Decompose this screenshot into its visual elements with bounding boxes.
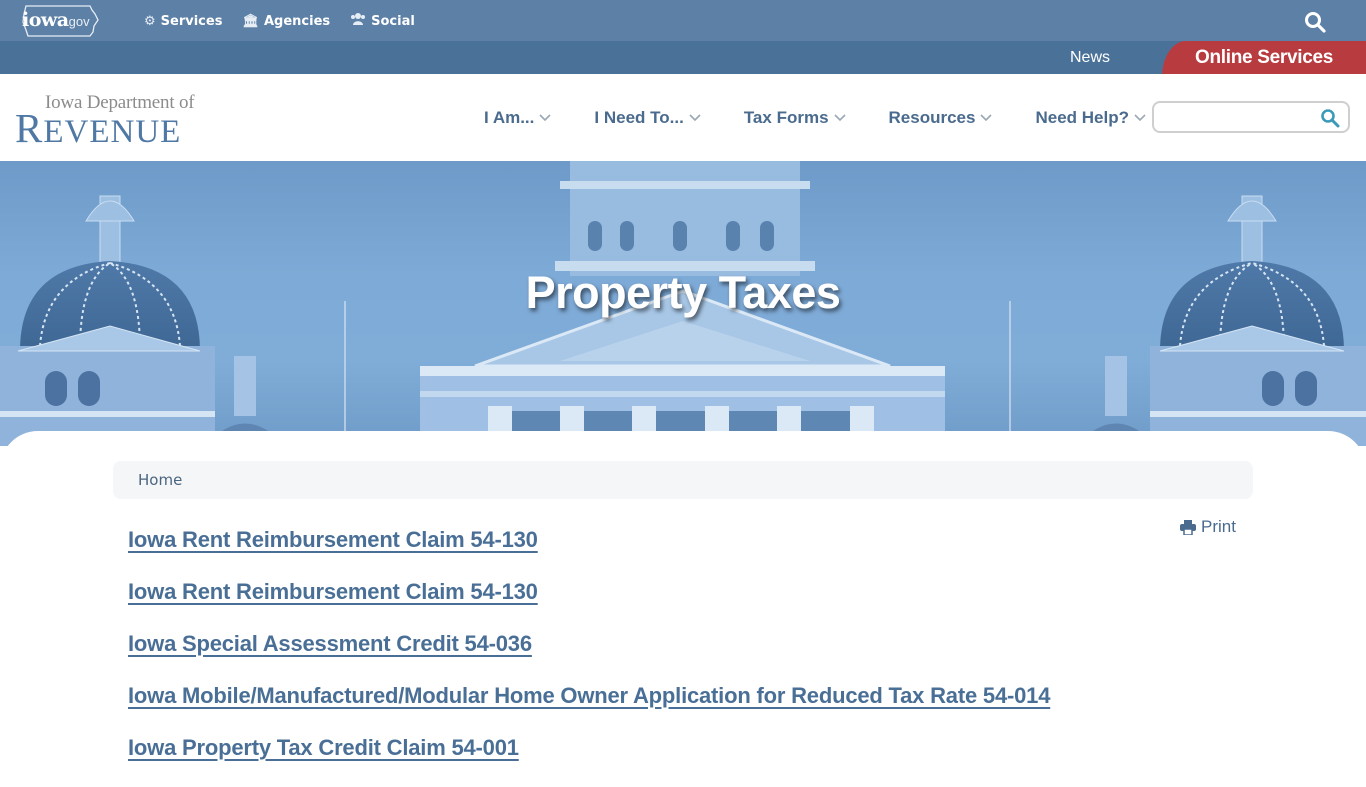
nav-tax-forms[interactable]: Tax Forms	[744, 108, 846, 128]
gov-link-label: Social	[371, 13, 415, 29]
site-search-button[interactable]	[1320, 108, 1340, 133]
site-search-input[interactable]	[1160, 106, 1310, 128]
search-icon	[1321, 109, 1340, 128]
nav-label: Need Help?	[1035, 108, 1129, 127]
form-link[interactable]: Iowa Mobile/Manufactured/Modular Home Ow…	[128, 683, 1050, 708]
site-header: Iowa Department of REVENUE I Am... I Nee…	[0, 74, 1366, 161]
gov-links: ⚙ Services 🏛 Agencies Social	[144, 12, 415, 30]
list-item: Iowa Rent Reimbursement Claim 54-130	[128, 527, 1050, 579]
main-nav: I Am... I Need To... Tax Forms Resources…	[484, 108, 1146, 128]
nav-label: I Am...	[484, 108, 535, 127]
nav-resources[interactable]: Resources	[889, 108, 993, 128]
dor-logo-initial: R	[15, 105, 44, 151]
list-item: Iowa Mobile/Manufactured/Modular Home Ow…	[128, 683, 1050, 735]
print-label: Print	[1201, 517, 1236, 536]
form-link[interactable]: Iowa Special Assessment Credit 54-036	[128, 631, 532, 656]
chevron-down-icon	[689, 114, 701, 122]
breadcrumb: Home	[113, 461, 1253, 499]
iowa-gov-logo[interactable]: iowa .gov	[20, 4, 100, 38]
form-link[interactable]: Iowa Property Tax Credit Claim 54-001	[128, 735, 519, 760]
users-icon	[350, 12, 366, 30]
dor-logo[interactable]: Iowa Department of REVENUE	[15, 92, 225, 151]
secondary-bar: News Online Services	[0, 41, 1366, 78]
search-icon	[1305, 12, 1326, 33]
nav-i-need-to[interactable]: I Need To...	[594, 108, 701, 128]
building-columns-icon: 🏛	[242, 13, 259, 29]
dor-logo-bottom: REVENUE	[15, 104, 181, 152]
gov-link-label: Agencies	[263, 13, 331, 29]
main-content: Home Print Iowa Rent Reimbursement Claim…	[0, 431, 1366, 768]
chevron-down-icon	[833, 114, 846, 122]
breadcrumb-home[interactable]: Home	[138, 471, 182, 489]
nav-label: Resources	[888, 108, 976, 127]
gears-icon: ⚙	[144, 13, 156, 29]
chevron-down-icon	[980, 114, 993, 122]
nav-i-am[interactable]: I Am...	[484, 108, 551, 128]
nav-label: I Need To...	[594, 108, 684, 127]
gov-link-agencies[interactable]: 🏛 Agencies	[242, 12, 330, 30]
news-link[interactable]: News	[1070, 49, 1110, 67]
gov-link-label: Services	[160, 13, 223, 29]
dor-logo-rest: EVENUE	[43, 114, 182, 150]
hero-banner: Property Taxes	[0, 161, 1366, 446]
forms-list: Iowa Rent Reimbursement Claim 54-130 Iow…	[128, 527, 1050, 787]
gov-search-button[interactable]	[1303, 10, 1327, 34]
gov-link-social[interactable]: Social	[350, 12, 415, 30]
online-services-button[interactable]: Online Services	[1162, 41, 1366, 78]
print-button[interactable]: Print	[1180, 517, 1236, 537]
iowa-gov-logo-word: iowa	[22, 9, 69, 31]
iowa-gov-bar: iowa .gov ⚙ Services 🏛 Agencies Social	[0, 0, 1366, 41]
printer-icon	[1180, 519, 1196, 535]
list-item: Iowa Property Tax Credit Claim 54-001	[128, 735, 1050, 787]
form-link[interactable]: Iowa Rent Reimbursement Claim 54-130	[128, 579, 538, 604]
nav-label: Tax Forms	[743, 108, 829, 127]
chevron-down-icon	[539, 114, 551, 122]
form-link[interactable]: Iowa Rent Reimbursement Claim 54-130	[128, 527, 538, 552]
online-services-label: Online Services	[1195, 47, 1334, 68]
list-item: Iowa Special Assessment Credit 54-036	[128, 631, 1050, 683]
gov-link-services[interactable]: ⚙ Services	[144, 12, 222, 30]
iowa-gov-logo-suffix: .gov	[65, 14, 90, 29]
nav-need-help[interactable]: Need Help?	[1035, 108, 1146, 128]
chevron-down-icon	[1134, 114, 1146, 122]
list-item: Iowa Rent Reimbursement Claim 54-130	[128, 579, 1050, 631]
page-title: Property Taxes	[525, 267, 841, 318]
site-search	[1152, 101, 1350, 133]
